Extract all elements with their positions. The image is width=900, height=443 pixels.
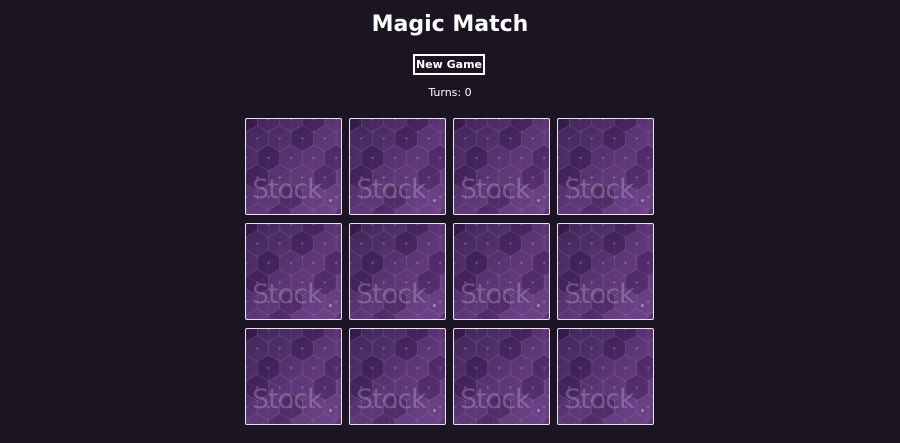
card-6[interactable]: Stock — [349, 223, 446, 320]
watermark-dot — [433, 304, 436, 307]
card-2[interactable]: Stock — [349, 118, 446, 215]
watermark-dot — [329, 409, 332, 412]
watermark-dot — [641, 304, 644, 307]
card-back-watermark: Stock — [252, 174, 323, 205]
card-9[interactable]: Stock — [245, 328, 342, 425]
card-7[interactable]: Stock — [453, 223, 550, 320]
watermark-dot — [433, 409, 436, 412]
card-back-watermark: Stock — [252, 384, 323, 415]
turns-counter: Turns: 0 — [428, 86, 472, 99]
watermark-dot — [329, 304, 332, 307]
game-title: Magic Match — [371, 12, 529, 37]
card-grid: Stock Stock Stock Stock Stock Stock Stoc… — [245, 118, 655, 425]
card-4[interactable]: Stock — [557, 118, 654, 215]
card-10[interactable]: Stock — [349, 328, 446, 425]
watermark-dot — [537, 304, 540, 307]
card-back-watermark: Stock — [252, 279, 323, 310]
game-page: Magic Match New Game Turns: 0 Stock Stoc… — [0, 0, 900, 443]
card-11[interactable]: Stock — [453, 328, 550, 425]
watermark-dot — [329, 199, 332, 202]
card-1[interactable]: Stock — [245, 118, 342, 215]
card-back-watermark: Stock — [564, 384, 635, 415]
card-back-watermark: Stock — [460, 279, 531, 310]
card-back-watermark: Stock — [564, 174, 635, 205]
card-12[interactable]: Stock — [557, 328, 654, 425]
new-game-button[interactable]: New Game — [413, 54, 485, 75]
watermark-dot — [537, 199, 540, 202]
card-back-watermark: Stock — [460, 174, 531, 205]
watermark-dot — [641, 409, 644, 412]
card-back-watermark: Stock — [356, 279, 427, 310]
card-back-watermark: Stock — [460, 384, 531, 415]
card-back-watermark: Stock — [564, 279, 635, 310]
watermark-dot — [641, 199, 644, 202]
watermark-dot — [537, 409, 540, 412]
watermark-dot — [433, 199, 436, 202]
card-3[interactable]: Stock — [453, 118, 550, 215]
card-back-watermark: Stock — [356, 174, 427, 205]
card-5[interactable]: Stock — [245, 223, 342, 320]
card-back-watermark: Stock — [356, 384, 427, 415]
card-8[interactable]: Stock — [557, 223, 654, 320]
